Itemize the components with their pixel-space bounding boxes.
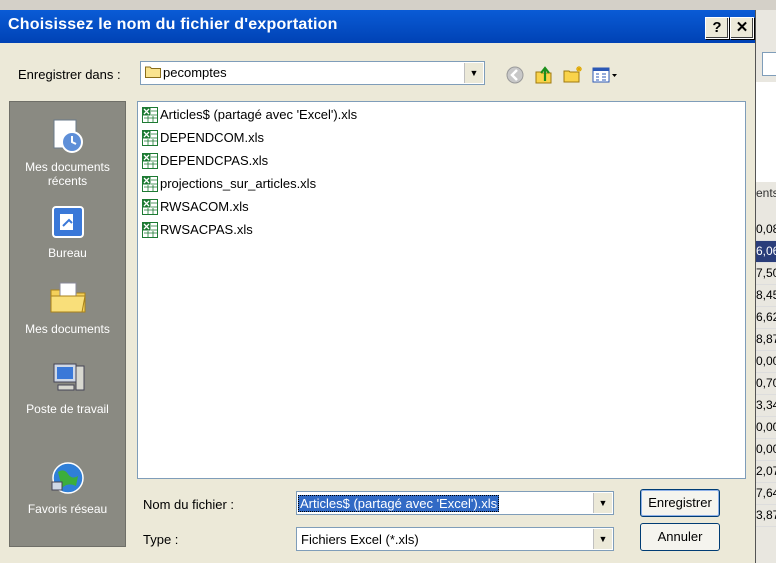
- close-button[interactable]: ✕: [730, 17, 754, 39]
- background-cell: 3,34: [756, 395, 776, 417]
- background-toolbar: [756, 0, 776, 10]
- up-folder-icon[interactable]: [534, 65, 554, 85]
- file-name: RWSACPAS.xls: [160, 222, 253, 237]
- places-bar: Mes documents récents Bureau Mes documen…: [9, 101, 126, 547]
- excel-file-icon: [142, 130, 158, 146]
- background-cell: 6,62: [756, 307, 776, 329]
- back-icon[interactable]: [505, 65, 525, 85]
- place-my-documents[interactable]: Mes documents: [10, 278, 125, 336]
- chevron-down-icon[interactable]: ▼: [593, 529, 612, 549]
- my-computer-icon: [53, 363, 84, 391]
- save-in-dropdown[interactable]: pecomptes ▼: [140, 61, 485, 85]
- background-cell: 0,70: [756, 373, 776, 395]
- background-spreadsheet-window: ents 0,086,067,508,456,628,870,000,703,3…: [756, 0, 776, 563]
- list-item[interactable]: Articles$ (partagé avec 'Excel').xls: [142, 106, 357, 128]
- background-cell: 3,87: [756, 505, 776, 527]
- filename-label: Nom du fichier :: [143, 497, 235, 512]
- background-cell: 2,07: [756, 461, 776, 483]
- dialog-titlebar[interactable]: Choisissez le nom du fichier d'exportati…: [0, 10, 755, 43]
- folder-icon: [145, 66, 161, 78]
- file-name: RWSACOM.xls: [160, 199, 249, 214]
- list-item[interactable]: projections_sur_articles.xls: [142, 175, 316, 197]
- background-cell: 0,00: [756, 417, 776, 439]
- place-label: Mes documents: [25, 322, 110, 336]
- place-network-places[interactable]: Favoris réseau: [10, 458, 125, 516]
- chevron-down-icon[interactable]: ▼: [464, 63, 483, 83]
- excel-file-icon: [142, 107, 158, 123]
- view-menu-icon[interactable]: [592, 65, 618, 85]
- filetype-value: Fichiers Excel (*.xls): [301, 532, 419, 547]
- file-name: Articles$ (partagé avec 'Excel').xls: [160, 107, 358, 122]
- background-cell: 0,00: [756, 439, 776, 461]
- save-dialog: Choisissez le nom du fichier d'exportati…: [0, 10, 756, 563]
- background-cell: 7,50: [756, 263, 776, 285]
- dialog-title: Choisissez le nom du fichier d'exportati…: [8, 16, 338, 33]
- filetype-label: Type :: [143, 532, 179, 547]
- excel-file-icon: [142, 176, 158, 192]
- excel-file-icon: [142, 153, 158, 169]
- background-cell: 6,06: [756, 241, 776, 263]
- recent-documents-icon: [53, 119, 83, 153]
- excel-file-icon: [142, 199, 158, 215]
- place-my-computer[interactable]: Poste de travail: [10, 358, 125, 416]
- help-button[interactable]: ?: [705, 17, 729, 39]
- save-button[interactable]: Enregistrer: [640, 489, 720, 517]
- list-item[interactable]: RWSACPAS.xls: [142, 221, 253, 243]
- list-item[interactable]: RWSACOM.xls: [142, 198, 249, 220]
- filename-value[interactable]: Articles$ (partagé avec 'Excel').xls: [298, 495, 500, 512]
- place-label: Bureau: [48, 246, 87, 260]
- filetype-select[interactable]: Fichiers Excel (*.xls) ▼: [296, 527, 614, 551]
- background-titlebar-strip: [0, 0, 756, 10]
- my-documents-icon: [50, 282, 86, 313]
- new-folder-icon[interactable]: [563, 65, 583, 85]
- background-panel: [756, 82, 776, 182]
- background-cell: 8,45: [756, 285, 776, 307]
- filename-input[interactable]: Articles$ (partagé avec 'Excel').xls ▼: [296, 491, 614, 515]
- desktop-icon: [51, 206, 84, 238]
- background-cell: 0,00: [756, 351, 776, 373]
- place-label: Poste de travail: [26, 402, 109, 416]
- chevron-down-icon[interactable]: ▼: [593, 493, 612, 513]
- cancel-button[interactable]: Annuler: [640, 523, 720, 551]
- file-name: DEPENDCPAS.xls: [160, 153, 269, 168]
- save-in-label: Enregistrer dans :: [18, 67, 121, 82]
- background-cell: 8,87: [756, 329, 776, 351]
- save-in-folder-name: pecomptes: [163, 65, 227, 80]
- list-item[interactable]: DEPENDCOM.xls: [142, 129, 264, 151]
- background-column-header: ents: [756, 186, 776, 200]
- background-input: [762, 52, 776, 76]
- file-list[interactable]: Articles$ (partagé avec 'Excel').xls DEPE…: [137, 101, 746, 479]
- excel-file-icon: [142, 222, 158, 238]
- file-name: projections_sur_articles.xls: [160, 176, 317, 191]
- background-cell: 0,08: [756, 219, 776, 241]
- place-desktop[interactable]: Bureau: [10, 202, 125, 260]
- file-name: DEPENDCOM.xls: [160, 130, 265, 145]
- place-recent-documents[interactable]: Mes documents récents: [10, 116, 125, 188]
- list-item[interactable]: DEPENDCPAS.xls: [142, 152, 268, 174]
- place-label: Mes documents récents: [25, 160, 110, 188]
- background-cell: 7,64: [756, 483, 776, 505]
- place-label: Favoris réseau: [27, 502, 108, 516]
- network-places-icon: [51, 462, 84, 494]
